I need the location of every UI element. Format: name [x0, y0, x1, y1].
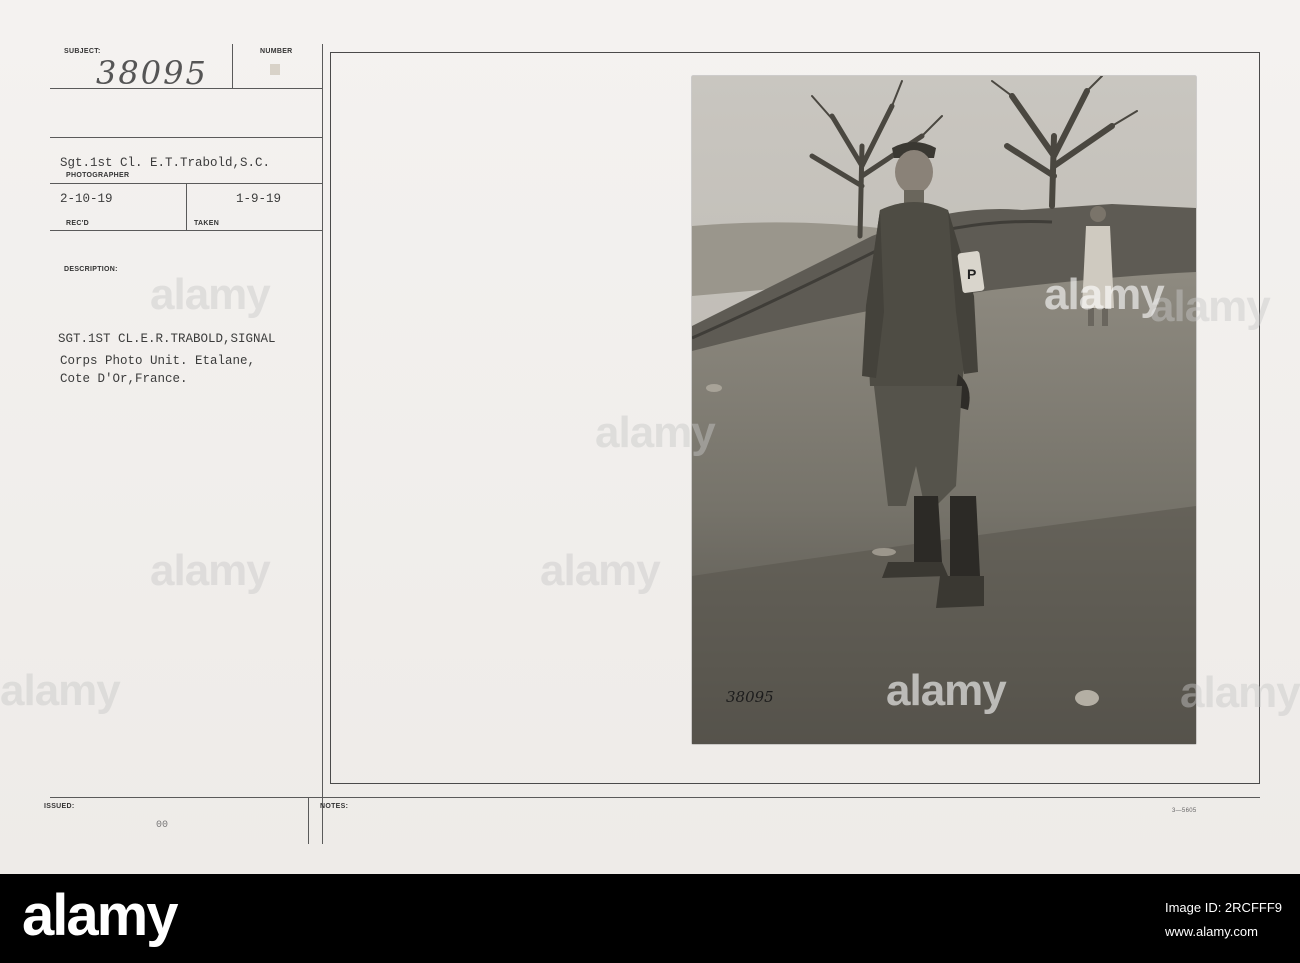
watermark-9: alamy	[540, 546, 661, 595]
armband-letter: P	[967, 266, 976, 282]
banner-info: Image ID: 2RCFFF9 www.alamy.com	[1165, 896, 1282, 944]
rule-issued-notes	[308, 797, 309, 844]
recd-label: REC'D	[66, 220, 89, 227]
rule-photographer	[50, 137, 322, 138]
alamy-url[interactable]: www.alamy.com	[1165, 920, 1282, 944]
watermark-3: alamy	[0, 666, 121, 715]
taken-value: 1-9-19	[236, 192, 282, 206]
watermark-1: alamy	[150, 270, 271, 319]
watermark-7: alamy	[886, 666, 1007, 715]
soldier-photograph: P 38095	[692, 76, 1196, 744]
photographer-label: PHOTOGRAPHER	[66, 172, 130, 179]
number-stamp	[270, 64, 280, 75]
subject-number: 38095	[96, 54, 208, 92]
description-line-1: SGT.1ST CL.E.R.TRABOLD,SIGNAL	[58, 332, 276, 346]
watermark-5: alamy	[1180, 668, 1300, 717]
archive-card: SUBJECT: 38095 NUMBER Sgt.1st Cl. E.T.Tr…	[0, 0, 1300, 874]
watermark-4: alamy	[1150, 282, 1271, 331]
photo-inscription: 38095	[726, 688, 774, 706]
photo-scene: P 38095	[692, 76, 1196, 744]
recd-value: 2-10-19	[60, 192, 113, 206]
number-label: NUMBER	[260, 48, 293, 55]
watermark-2: alamy	[595, 408, 716, 457]
issued-label: ISSUED:	[44, 803, 75, 810]
rule-bottom	[50, 797, 1260, 798]
watermark-6: alamy	[1044, 270, 1165, 319]
description-label: DESCRIPTION:	[64, 266, 118, 273]
description-line-2: Corps Photo Unit. Etalane,	[60, 354, 256, 368]
photographer-value: Sgt.1st Cl. E.T.Trabold,S.C.	[60, 156, 271, 170]
issued-mark: 00	[156, 820, 169, 831]
alamy-banner: alamy Image ID: 2RCFFF9 www.alamy.com	[0, 874, 1300, 963]
watermark-8: alamy	[150, 546, 271, 595]
description-line-3: Cote D'Or,France.	[60, 372, 188, 386]
taken-label: TAKEN	[194, 220, 220, 227]
alamy-logo[interactable]: alamy	[22, 882, 178, 949]
rule-left-column	[322, 44, 323, 844]
form-code: 3—5605	[1172, 808, 1197, 814]
rule-date-divider	[186, 183, 187, 230]
image-id: Image ID: 2RCFFF9	[1164, 900, 1282, 915]
notes-label: NOTES:	[320, 803, 349, 810]
rule-subject-divider	[232, 44, 233, 88]
rule-dates-bottom	[50, 230, 322, 231]
